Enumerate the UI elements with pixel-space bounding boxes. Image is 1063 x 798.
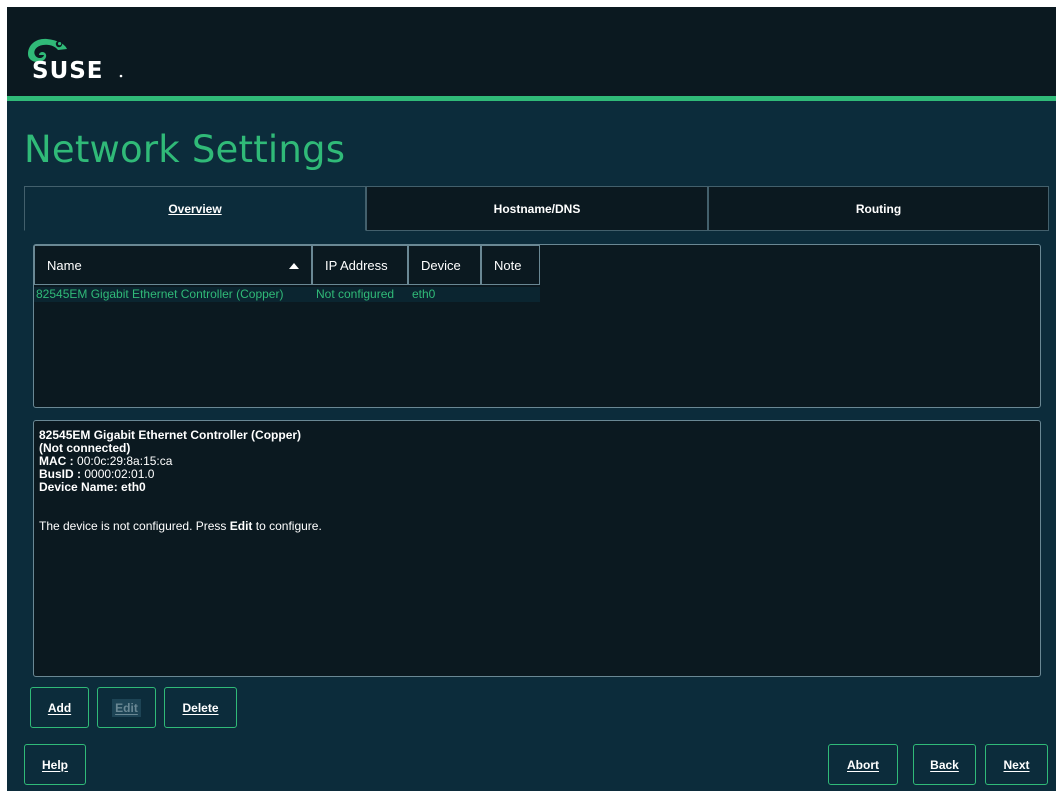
column-header-note-label: Note (494, 257, 522, 273)
tab-hostname-dns[interactable]: Hostname/DNS (366, 186, 708, 231)
row-device-cell: eth0 (412, 287, 436, 301)
tab-overview-label: Overview (168, 201, 222, 216)
header-bar: SUSE (7, 7, 1056, 97)
add-button-label: Add (47, 700, 72, 715)
back-button-label: Back (930, 757, 959, 772)
next-button-label: Next (1003, 757, 1030, 772)
tab-hostname-dns-label: Hostname/DNS (493, 201, 581, 216)
device-table[interactable]: Name IP Address Device Note 82545EM Giga… (33, 244, 1041, 408)
details-message-suffix: to configure. (252, 519, 322, 533)
details-message-prefix: The device is not configured. Press (39, 519, 230, 533)
device-details-panel: 82545EM Gigabit Ethernet Controller (Cop… (33, 420, 1041, 677)
details-device-name: Device Name: eth0 (39, 480, 146, 494)
column-header-ip-address[interactable]: IP Address (312, 245, 408, 285)
delete-button-label: Delete (182, 700, 219, 715)
installer-window: SUSE Network Settings Overview Hostname/… (7, 7, 1056, 791)
header-accent-line (7, 96, 1056, 101)
column-header-device[interactable]: Device (408, 245, 481, 285)
sort-ascending-icon (289, 263, 299, 269)
tab-routing[interactable]: Routing (708, 186, 1049, 231)
page-title: Network Settings (24, 128, 346, 171)
details-device-title: 82545EM Gigabit Ethernet Controller (Cop… (39, 428, 302, 442)
column-header-device-label: Device (421, 257, 461, 273)
details-mac-value: 00:0c:29:8a:15:ca (77, 454, 173, 468)
suse-logo: SUSE (28, 38, 123, 82)
logo-wordmark: SUSE (32, 58, 104, 82)
help-button[interactable]: Help (24, 744, 86, 785)
details-mac-label: MAC : (39, 454, 74, 468)
column-header-ip-address-label: IP Address (325, 257, 388, 273)
row-ip-address-cell: Not configured (316, 287, 395, 301)
details-connection-status: (Not connected) (39, 441, 131, 455)
details-message-action: Edit (229, 519, 253, 533)
column-header-note[interactable]: Note (481, 245, 540, 285)
abort-button[interactable]: Abort (828, 744, 898, 785)
add-button[interactable]: Add (30, 687, 89, 728)
table-row[interactable]: 82545EM Gigabit Ethernet Controller (Cop… (34, 287, 540, 302)
column-header-name-label: Name (47, 257, 82, 273)
row-name-cell: 82545EM Gigabit Ethernet Controller (Cop… (36, 287, 284, 301)
details-busid-label: BusID : (39, 467, 81, 481)
edit-button-label: Edit (112, 698, 141, 717)
column-header-name[interactable]: Name (34, 245, 312, 285)
device-details-content: 82545EM Gigabit Ethernet Controller (Cop… (39, 429, 322, 533)
tab-overview[interactable]: Overview (24, 186, 366, 231)
details-busid-value: 0000:02:01.0 (84, 467, 155, 481)
edit-button[interactable]: Edit (97, 687, 156, 728)
back-button[interactable]: Back (913, 744, 976, 785)
tab-routing-label: Routing (855, 201, 902, 216)
next-button[interactable]: Next (985, 744, 1048, 785)
delete-button[interactable]: Delete (164, 687, 237, 728)
abort-button-label: Abort (847, 757, 879, 772)
help-button-label: Help (41, 757, 68, 772)
